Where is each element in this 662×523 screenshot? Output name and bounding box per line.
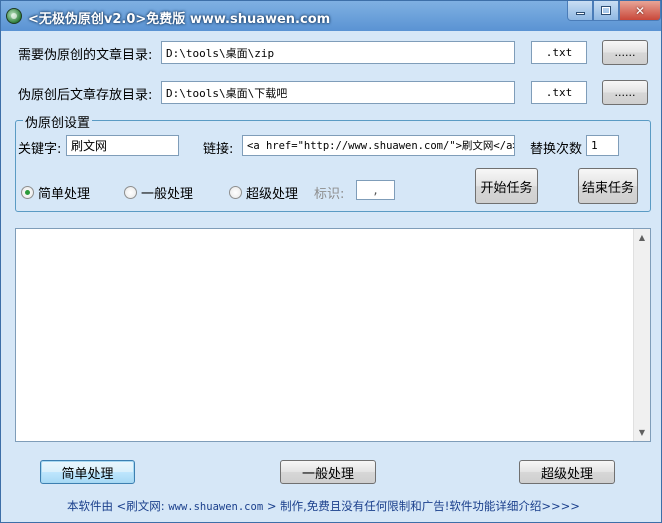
super-process-button[interactable]: 超级处理 bbox=[519, 460, 615, 484]
normal-process-button[interactable]: 一般处理 bbox=[280, 460, 376, 484]
scroll-up-icon[interactable]: ▲ bbox=[634, 229, 650, 246]
keyword-label: 关键字: bbox=[18, 142, 62, 157]
keyword-input[interactable]: 刷文网 bbox=[66, 135, 179, 156]
radio-super-dot bbox=[229, 186, 242, 199]
scroll-down-icon[interactable]: ▼ bbox=[634, 424, 650, 441]
source-dir-input[interactable]: D:\tools\桌面\zip bbox=[161, 41, 515, 64]
log-textarea[interactable]: ▲ ▼ bbox=[15, 228, 651, 442]
radio-simple[interactable]: 简单处理 bbox=[21, 183, 90, 202]
footer-prefix: 本软件由 <刷文网: bbox=[67, 499, 165, 513]
output-browse-button[interactable]: ...... bbox=[602, 80, 648, 105]
simple-process-button[interactable]: 简单处理 bbox=[40, 460, 135, 484]
link-input[interactable]: <a href="http://www.shuawen.com/">刷文网</a… bbox=[242, 135, 515, 156]
minimize-button[interactable] bbox=[567, 1, 593, 21]
replace-count-input[interactable]: 1 bbox=[586, 135, 619, 156]
start-task-button[interactable]: 开始任务 bbox=[475, 168, 538, 204]
settings-group-title: 伪原创设置 bbox=[23, 112, 93, 131]
radio-normal-dot bbox=[124, 186, 137, 199]
output-ext-input[interactable]: .txt bbox=[531, 81, 587, 104]
source-ext-input[interactable]: .txt bbox=[531, 41, 587, 64]
source-dir-label: 需要伪原创的文章目录: bbox=[18, 48, 153, 63]
radio-normal[interactable]: 一般处理 bbox=[124, 183, 193, 202]
window-title: <无极伪原创v2.0>免费版 www.shuawen.com bbox=[28, 12, 331, 27]
replace-count-label: 替换次数 bbox=[530, 142, 583, 157]
footer-suffix: > 制作,免费且没有任何限制和广告!软件功能详细介绍>>>> bbox=[266, 499, 580, 513]
link-label: 链接: bbox=[203, 142, 234, 157]
minimize-icon bbox=[575, 12, 585, 15]
footer-url: www.shuawen.com bbox=[168, 501, 264, 513]
radio-simple-dot bbox=[21, 186, 34, 199]
marker-input[interactable]: , bbox=[356, 180, 395, 200]
app-logo-icon bbox=[6, 8, 22, 24]
source-browse-button[interactable]: ...... bbox=[602, 40, 648, 65]
title-bar[interactable]: <无极伪原创v2.0>免费版 www.shuawen.com ✕ bbox=[1, 1, 661, 31]
output-dir-label: 伪原创后文章存放目录: bbox=[18, 88, 153, 103]
log-scrollbar[interactable]: ▲ ▼ bbox=[633, 229, 650, 441]
radio-simple-label: 简单处理 bbox=[38, 187, 91, 202]
radio-super[interactable]: 超级处理 bbox=[229, 183, 298, 202]
maximize-button[interactable] bbox=[593, 1, 619, 21]
app-window: <无极伪原创v2.0>免费版 www.shuawen.com ✕ 需要伪原创的文… bbox=[0, 0, 662, 523]
footer-link[interactable]: 本软件由 <刷文网: www.shuawen.com > 制作,免费且没有任何限… bbox=[67, 498, 580, 514]
radio-normal-label: 一般处理 bbox=[141, 187, 194, 202]
maximize-icon bbox=[601, 6, 611, 15]
radio-super-label: 超级处理 bbox=[246, 187, 299, 202]
output-dir-input[interactable]: D:\tools\桌面\下载吧 bbox=[161, 81, 515, 104]
close-button[interactable]: ✕ bbox=[619, 1, 661, 21]
marker-label: 标识: bbox=[314, 187, 345, 202]
stop-task-button[interactable]: 结束任务 bbox=[578, 168, 638, 204]
close-icon: ✕ bbox=[634, 3, 646, 18]
